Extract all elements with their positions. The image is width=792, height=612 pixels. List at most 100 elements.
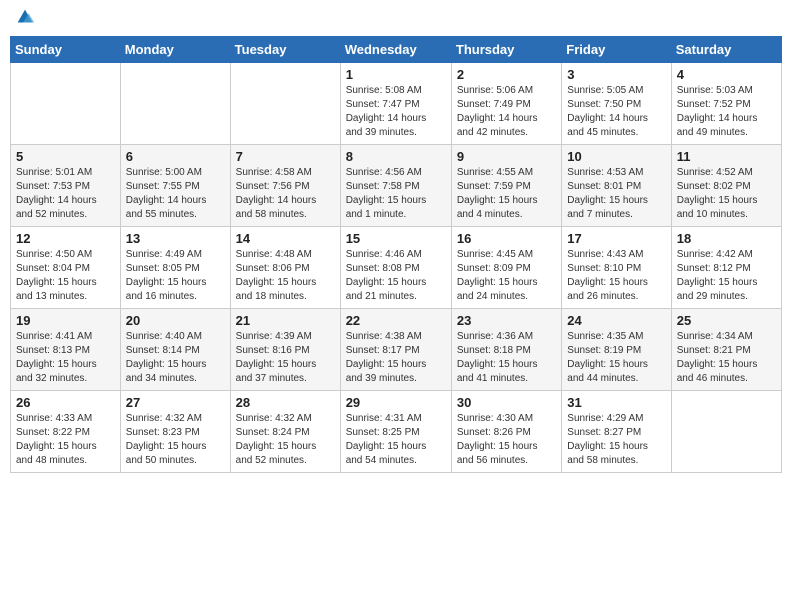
calendar-cell: 22 Sunrise: 4:38 AM Sunset: 8:17 PM Dayli… <box>340 309 451 391</box>
day-info: Sunrise: 4:42 AM Sunset: 8:12 PM Dayligh… <box>677 248 776 304</box>
calendar-cell: 21 Sunrise: 4:39 AM Sunset: 8:16 PM Dayli… <box>230 309 340 391</box>
day-info: Sunrise: 4:34 AM Sunset: 8:21 PM Dayligh… <box>677 330 776 386</box>
day-info: Sunrise: 5:03 AM Sunset: 7:52 PM Dayligh… <box>677 84 776 140</box>
calendar-cell: 28Sunrise: 4:32 AM Sunset: 8:24 PM Dayli… <box>230 391 340 473</box>
day-info: Sunrise: 4:58 AM Sunset: 7:56 PM Dayligh… <box>236 166 335 222</box>
day-info: Sunrise: 4:31 AM Sunset: 8:25 PM Dayligh… <box>346 412 446 468</box>
day-of-week-header: Saturday <box>671 37 781 63</box>
calendar-cell: 19 Sunrise: 4:41 AM Sunset: 8:13 PM Dayli… <box>11 309 121 391</box>
calendar-cell: 11 Sunrise: 4:52 AM Sunset: 8:02 PM Dayli… <box>671 145 781 227</box>
calendar-week-row: 26 Sunrise: 4:33 AM Sunset: 8:22 PM Dayli… <box>11 391 782 473</box>
calendar-week-row: 5Sunrise: 5:01 AM Sunset: 7:53 PM Daylig… <box>11 145 782 227</box>
day-info: Sunrise: 4:43 AM Sunset: 8:10 PM Dayligh… <box>567 248 665 304</box>
calendar-cell: 4 Sunrise: 5:03 AM Sunset: 7:52 PM Daylig… <box>671 63 781 145</box>
day-number: 3 <box>567 67 665 82</box>
day-number: 14 <box>236 231 335 246</box>
day-number: 1 <box>346 67 446 82</box>
day-info: Sunrise: 4:50 AM Sunset: 8:04 PM Dayligh… <box>16 248 115 304</box>
calendar-header-row: SundayMondayTuesdayWednesdayThursdayFrid… <box>11 37 782 63</box>
calendar-week-row: 12 Sunrise: 4:50 AM Sunset: 8:04 PM Dayli… <box>11 227 782 309</box>
day-number: 22 <box>346 313 446 328</box>
calendar-cell: 14 Sunrise: 4:48 AM Sunset: 8:06 PM Dayli… <box>230 227 340 309</box>
day-number: 12 <box>16 231 115 246</box>
calendar-cell: 12 Sunrise: 4:50 AM Sunset: 8:04 PM Dayli… <box>11 227 121 309</box>
day-number: 19 <box>16 313 115 328</box>
logo-icon <box>14 6 36 28</box>
calendar-cell <box>230 63 340 145</box>
day-info: Sunrise: 4:56 AM Sunset: 7:58 PM Dayligh… <box>346 166 446 222</box>
calendar-cell: 15 Sunrise: 4:46 AM Sunset: 8:08 PM Dayli… <box>340 227 451 309</box>
day-number: 8 <box>346 149 446 164</box>
day-info: Sunrise: 4:45 AM Sunset: 8:09 PM Dayligh… <box>457 248 556 304</box>
calendar-cell: 18 Sunrise: 4:42 AM Sunset: 8:12 PM Dayli… <box>671 227 781 309</box>
day-number: 4 <box>677 67 776 82</box>
calendar-week-row: 19 Sunrise: 4:41 AM Sunset: 8:13 PM Dayli… <box>11 309 782 391</box>
day-number: 17 <box>567 231 665 246</box>
day-number: 2 <box>457 67 556 82</box>
day-of-week-header: Friday <box>562 37 671 63</box>
day-info: Sunrise: 4:53 AM Sunset: 8:01 PM Dayligh… <box>567 166 665 222</box>
day-info: Sunrise: 4:55 AM Sunset: 7:59 PM Dayligh… <box>457 166 556 222</box>
calendar-cell: 17 Sunrise: 4:43 AM Sunset: 8:10 PM Dayli… <box>562 227 671 309</box>
calendar-cell: 27 Sunrise: 4:32 AM Sunset: 8:23 PM Dayli… <box>120 391 230 473</box>
day-info: Sunrise: 4:48 AM Sunset: 8:06 PM Dayligh… <box>236 248 335 304</box>
day-number: 10 <box>567 149 665 164</box>
day-info: Sunrise: 5:06 AM Sunset: 7:49 PM Dayligh… <box>457 84 556 140</box>
day-info: Sunrise: 4:32 AM Sunset: 8:24 PM Dayligh… <box>236 412 335 468</box>
calendar-cell: 3 Sunrise: 5:05 AM Sunset: 7:50 PM Daylig… <box>562 63 671 145</box>
calendar-cell: 1Sunrise: 5:08 AM Sunset: 7:47 PM Daylig… <box>340 63 451 145</box>
calendar-cell: 2 Sunrise: 5:06 AM Sunset: 7:49 PM Daylig… <box>451 63 561 145</box>
day-info: Sunrise: 4:33 AM Sunset: 8:22 PM Dayligh… <box>16 412 115 468</box>
day-number: 23 <box>457 313 556 328</box>
calendar-cell: 20 Sunrise: 4:40 AM Sunset: 8:14 PM Dayli… <box>120 309 230 391</box>
calendar-week-row: 1Sunrise: 5:08 AM Sunset: 7:47 PM Daylig… <box>11 63 782 145</box>
calendar-cell: 8 Sunrise: 4:56 AM Sunset: 7:58 PM Daylig… <box>340 145 451 227</box>
day-number: 21 <box>236 313 335 328</box>
day-info: Sunrise: 4:46 AM Sunset: 8:08 PM Dayligh… <box>346 248 446 304</box>
day-info: Sunrise: 4:40 AM Sunset: 8:14 PM Dayligh… <box>126 330 225 386</box>
day-number: 18 <box>677 231 776 246</box>
day-info: Sunrise: 4:49 AM Sunset: 8:05 PM Dayligh… <box>126 248 225 304</box>
day-info: Sunrise: 4:38 AM Sunset: 8:17 PM Dayligh… <box>346 330 446 386</box>
calendar-cell: 25 Sunrise: 4:34 AM Sunset: 8:21 PM Dayli… <box>671 309 781 391</box>
day-number: 26 <box>16 395 115 410</box>
day-number: 5 <box>16 149 115 164</box>
day-number: 20 <box>126 313 225 328</box>
calendar-cell: 24 Sunrise: 4:35 AM Sunset: 8:19 PM Dayli… <box>562 309 671 391</box>
day-number: 7 <box>236 149 335 164</box>
logo <box>14 10 38 28</box>
calendar-cell: 30 Sunrise: 4:30 AM Sunset: 8:26 PM Dayli… <box>451 391 561 473</box>
calendar-cell: 29 Sunrise: 4:31 AM Sunset: 8:25 PM Dayli… <box>340 391 451 473</box>
day-info: Sunrise: 4:52 AM Sunset: 8:02 PM Dayligh… <box>677 166 776 222</box>
day-info: Sunrise: 5:05 AM Sunset: 7:50 PM Dayligh… <box>567 84 665 140</box>
day-number: 13 <box>126 231 225 246</box>
day-number: 29 <box>346 395 446 410</box>
day-number: 30 <box>457 395 556 410</box>
day-of-week-header: Wednesday <box>340 37 451 63</box>
day-info: Sunrise: 4:39 AM Sunset: 8:16 PM Dayligh… <box>236 330 335 386</box>
day-number: 25 <box>677 313 776 328</box>
day-number: 27 <box>126 395 225 410</box>
day-number: 31 <box>567 395 665 410</box>
calendar-cell: 16Sunrise: 4:45 AM Sunset: 8:09 PM Dayli… <box>451 227 561 309</box>
day-of-week-header: Tuesday <box>230 37 340 63</box>
calendar-cell: 10 Sunrise: 4:53 AM Sunset: 8:01 PM Dayli… <box>562 145 671 227</box>
day-info: Sunrise: 4:35 AM Sunset: 8:19 PM Dayligh… <box>567 330 665 386</box>
calendar-cell <box>120 63 230 145</box>
day-info: Sunrise: 5:00 AM Sunset: 7:55 PM Dayligh… <box>126 166 225 222</box>
day-number: 24 <box>567 313 665 328</box>
calendar-cell: 5Sunrise: 5:01 AM Sunset: 7:53 PM Daylig… <box>11 145 121 227</box>
day-number: 11 <box>677 149 776 164</box>
day-of-week-header: Monday <box>120 37 230 63</box>
calendar-cell <box>11 63 121 145</box>
day-info: Sunrise: 4:41 AM Sunset: 8:13 PM Dayligh… <box>16 330 115 386</box>
calendar-cell: 26 Sunrise: 4:33 AM Sunset: 8:22 PM Dayli… <box>11 391 121 473</box>
calendar-cell: 9 Sunrise: 4:55 AM Sunset: 7:59 PM Daylig… <box>451 145 561 227</box>
day-number: 15 <box>346 231 446 246</box>
day-info: Sunrise: 4:32 AM Sunset: 8:23 PM Dayligh… <box>126 412 225 468</box>
calendar-cell: 7 Sunrise: 4:58 AM Sunset: 7:56 PM Daylig… <box>230 145 340 227</box>
day-info: Sunrise: 4:30 AM Sunset: 8:26 PM Dayligh… <box>457 412 556 468</box>
day-number: 9 <box>457 149 556 164</box>
calendar-table: SundayMondayTuesdayWednesdayThursdayFrid… <box>10 36 782 473</box>
calendar-cell: 6Sunrise: 5:00 AM Sunset: 7:55 PM Daylig… <box>120 145 230 227</box>
